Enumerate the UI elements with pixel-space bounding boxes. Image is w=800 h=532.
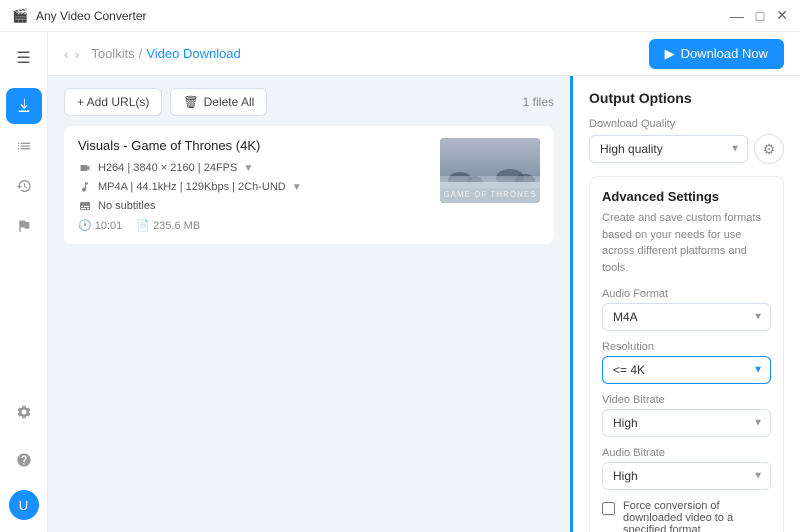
settings-icon[interactable] — [6, 394, 42, 430]
clock-icon: 🕐 — [78, 220, 92, 232]
sidebar: ☰ U — [0, 32, 48, 532]
video-bitrate-field: Video Bitrate High Medium Low ▼ — [602, 394, 771, 437]
size-wrapper: 📄 235.6 MB — [136, 219, 200, 232]
video-bitrate-label: Video Bitrate — [602, 394, 771, 406]
output-options-title: Output Options — [589, 90, 784, 106]
delete-all-button[interactable]: 🗑 Delete All — [170, 88, 267, 116]
work-area: + Add URL(s) 🗑 Delete All 1 files Visual… — [48, 76, 800, 532]
audio-codec: MP4A | 44.1kHz | 129Kbps | 2Ch-UND — [98, 181, 286, 193]
quality-select-row: High quality Medium quality Low quality … — [589, 134, 784, 164]
resolution-label: Resolution — [602, 341, 771, 353]
title-bar: 🎬 Any Video Converter — □ ✕ — [0, 0, 800, 32]
play-icon: ▶ — [665, 46, 675, 62]
quality-select[interactable]: High quality Medium quality Low quality — [589, 135, 748, 163]
sidebar-item-chart[interactable] — [6, 128, 42, 164]
subtitle-meta-row: No subtitles — [78, 199, 426, 213]
audio-format-select-wrapper: M4A AAC MP3 OGG ▼ — [602, 303, 771, 331]
subtitle-icon — [78, 199, 92, 213]
gear-icon: ⚙ — [763, 141, 776, 158]
quality-settings-button[interactable]: ⚙ — [754, 134, 784, 164]
content-area: ‹ › Toolkits / Video Download ▶ Download… — [48, 32, 800, 532]
duration: 10:01 — [95, 220, 123, 232]
video-codec: H264 | 3840 × 2160 | 24FPS — [98, 162, 237, 174]
maximize-button[interactable]: □ — [756, 8, 764, 24]
advanced-settings-title: Advanced Settings — [602, 189, 771, 204]
app-title: Any Video Converter — [36, 9, 147, 23]
nav-arrows: ‹ › — [64, 46, 79, 62]
advanced-settings-desc: Create and save custom formats based on … — [602, 210, 771, 276]
right-panel: Output Options Download Quality High qua… — [570, 76, 800, 532]
sidebar-bottom: U — [6, 394, 42, 532]
title-bar-controls: — □ ✕ — [730, 7, 788, 24]
audio-format-select[interactable]: M4A AAC MP3 OGG — [602, 303, 771, 331]
sidebar-item-download[interactable] — [6, 88, 42, 124]
advanced-settings-box: Advanced Settings Create and save custom… — [589, 176, 784, 532]
resolution-select[interactable]: <= 4K <= 1080p <= 720p <= 480p — [602, 356, 771, 384]
audio-bitrate-field: Audio Bitrate High Medium Low ▼ — [602, 447, 771, 490]
download-quality-field: Download Quality High quality Medium qua… — [589, 118, 784, 164]
file-card: Visuals - Game of Thrones (4K) H264 | 38… — [64, 126, 554, 244]
avatar[interactable]: U — [9, 490, 39, 520]
forward-arrow[interactable]: › — [75, 46, 80, 62]
toolbar: + Add URL(s) 🗑 Delete All 1 files — [64, 88, 554, 116]
file-info: Visuals - Game of Thrones (4K) H264 | 38… — [78, 138, 426, 232]
breadcrumb-current: Video Download — [146, 46, 240, 61]
breadcrumb-toolkits[interactable]: Toolkits — [91, 46, 134, 61]
file-size: 235.6 MB — [153, 220, 200, 232]
audio-bitrate-label: Audio Bitrate — [602, 447, 771, 459]
audio-bitrate-select-wrapper: High Medium Low ▼ — [602, 462, 771, 490]
sidebar-item-flag[interactable] — [6, 208, 42, 244]
file-icon: 📄 — [136, 220, 150, 232]
video-bitrate-select-wrapper: High Medium Low ▼ — [602, 409, 771, 437]
video-icon — [78, 161, 92, 175]
back-arrow[interactable]: ‹ — [64, 46, 69, 62]
sidebar-item-history[interactable] — [6, 168, 42, 204]
audio-format-field: Audio Format M4A AAC MP3 OGG ▼ — [602, 288, 771, 331]
thumbnail-label: Game of Thrones — [443, 190, 536, 203]
download-quality-label: Download Quality — [589, 118, 784, 130]
add-url-button[interactable]: + Add URL(s) — [64, 88, 162, 116]
minimize-button[interactable]: — — [730, 8, 744, 24]
resolution-select-wrapper: <= 4K <= 1080p <= 720p <= 480p ▼ — [602, 356, 771, 384]
title-bar-left: 🎬 Any Video Converter — [12, 8, 147, 24]
resolution-field: Resolution <= 4K <= 1080p <= 720p <= 480… — [602, 341, 771, 384]
left-panel: + Add URL(s) 🗑 Delete All 1 files Visual… — [48, 76, 570, 532]
force-conversion-label: Force conversion of downloaded video to … — [623, 500, 771, 532]
audio-chevron[interactable]: ▼ — [292, 182, 302, 193]
audio-meta-row: MP4A | 44.1kHz | 129Kbps | 2Ch-UND ▼ — [78, 180, 426, 194]
video-chevron[interactable]: ▼ — [243, 163, 253, 174]
download-now-label: Download Now — [681, 46, 768, 61]
help-icon[interactable] — [6, 442, 42, 478]
quality-select-wrapper: High quality Medium quality Low quality … — [589, 135, 748, 163]
duration-wrapper: 🕐 10:01 — [78, 219, 122, 232]
add-url-label: + Add URL(s) — [77, 95, 149, 109]
audio-bitrate-select[interactable]: High Medium Low — [602, 462, 771, 490]
file-size-row: 🕐 10:01 📄 235.6 MB — [78, 219, 426, 232]
force-conversion-row: Force conversion of downloaded video to … — [602, 500, 771, 532]
audio-icon — [78, 180, 92, 194]
file-name: Visuals - Game of Thrones (4K) — [78, 138, 426, 153]
audio-format-label: Audio Format — [602, 288, 771, 300]
main-layout: ☰ U ‹ — [0, 32, 800, 532]
video-bitrate-select[interactable]: High Medium Low — [602, 409, 771, 437]
download-now-button[interactable]: ▶ Download Now — [649, 39, 784, 69]
top-bar: ‹ › Toolkits / Video Download ▶ Download… — [48, 32, 800, 76]
breadcrumb-separator: / — [139, 46, 143, 61]
breadcrumb: ‹ › Toolkits / Video Download — [64, 46, 241, 62]
video-meta-row: H264 | 3840 × 2160 | 24FPS ▼ — [78, 161, 426, 175]
app-icon: 🎬 — [12, 8, 28, 24]
force-conversion-checkbox[interactable] — [602, 502, 615, 515]
sidebar-hamburger[interactable]: ☰ — [6, 40, 42, 76]
thumbnail: Game of Thrones — [440, 138, 540, 203]
close-button[interactable]: ✕ — [776, 7, 788, 24]
delete-all-label: Delete All — [204, 95, 255, 109]
delete-icon: 🗑 — [183, 95, 198, 109]
file-count: 1 files — [523, 95, 554, 109]
subtitle: No subtitles — [98, 200, 155, 212]
